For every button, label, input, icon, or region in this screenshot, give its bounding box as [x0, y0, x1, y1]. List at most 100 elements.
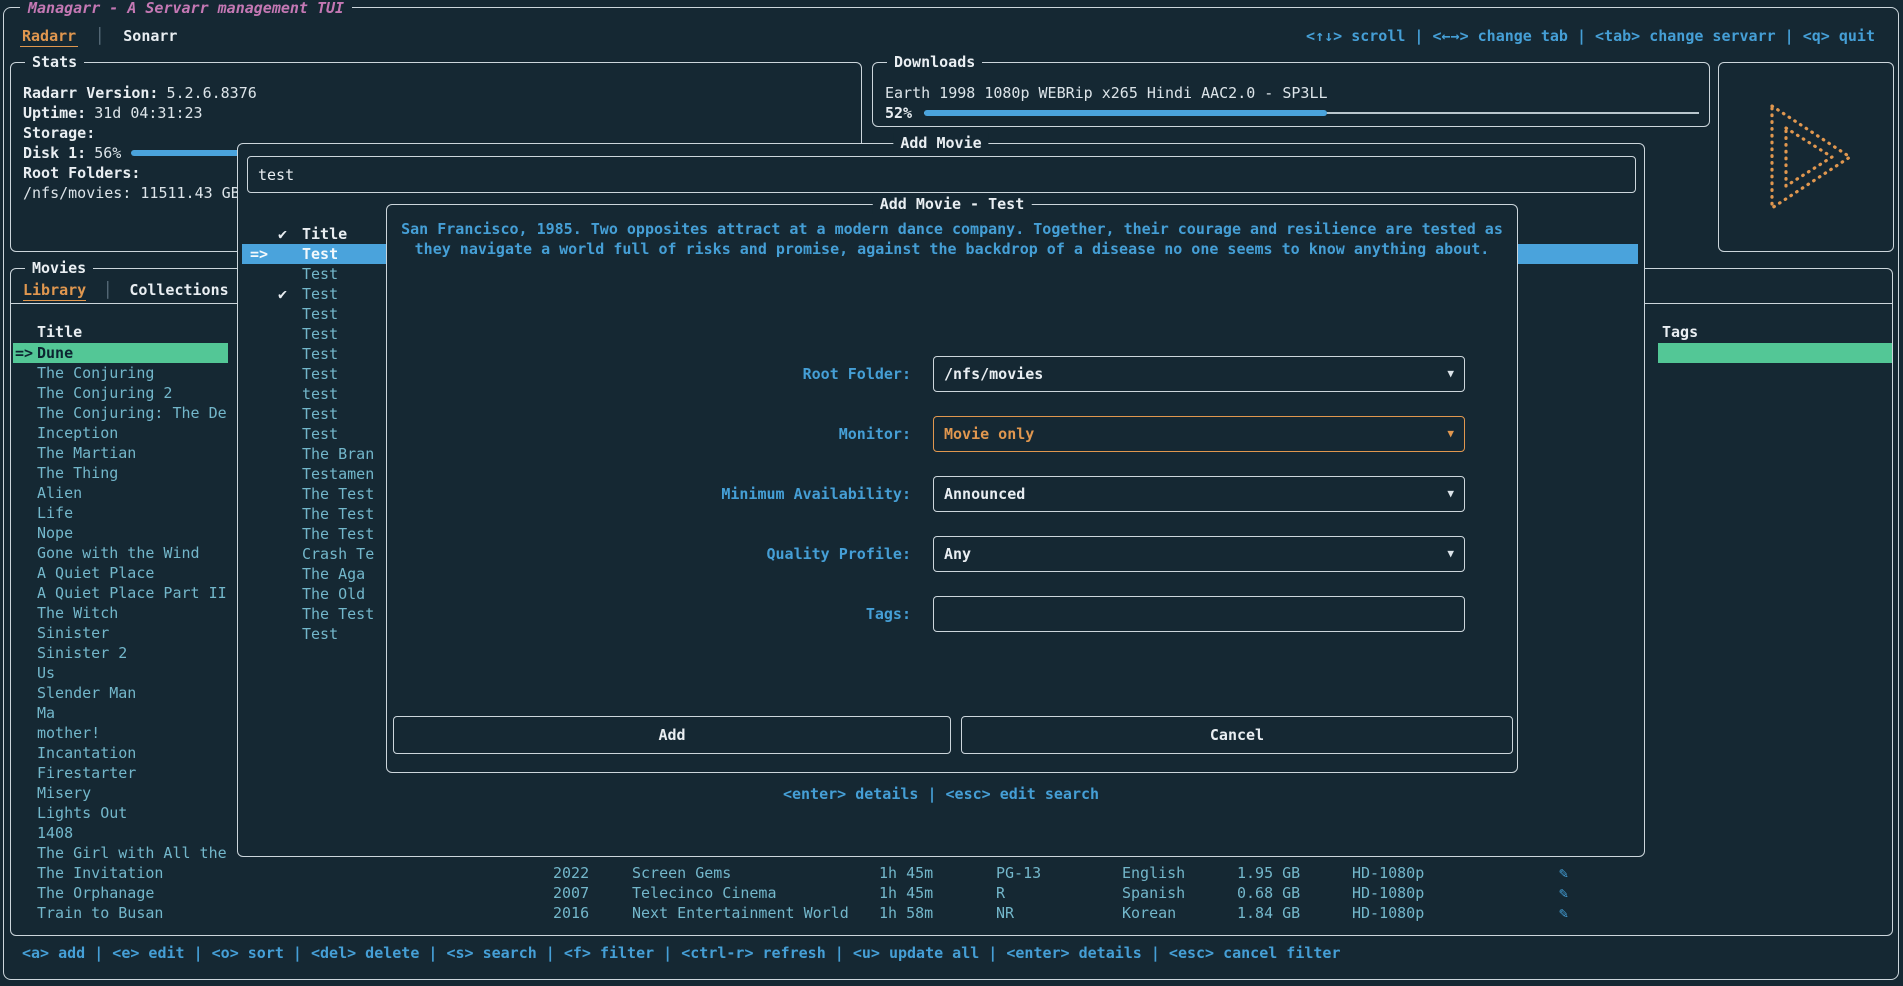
add-movie-search-input[interactable] — [248, 157, 1635, 192]
movie-row[interactable]: Firestarter — [13, 763, 228, 783]
monitored-icon: ✎ — [1559, 903, 1568, 923]
disk-percent: 56% — [94, 143, 121, 163]
result-title: Test — [302, 265, 338, 283]
table-row[interactable]: 2007 Telecinco Cinema 1h 45m R Spanish 0… — [11, 883, 1890, 903]
selected-row-tags-cell — [1658, 343, 1892, 363]
result-title: Test — [302, 305, 338, 323]
movie-row[interactable]: The Conjuring — [13, 363, 228, 383]
movie-row[interactable]: Gone with the Wind — [13, 543, 228, 563]
movie-row[interactable]: Alien — [13, 483, 228, 503]
managarr-app: Managarr - A Servarr management TUI Rada… — [0, 0, 1903, 986]
movie-row[interactable]: A Quiet Place Part II — [13, 583, 228, 603]
movie-quality: HD-1080p — [1352, 903, 1424, 923]
movie-row[interactable]: Slender Man — [13, 683, 228, 703]
movie-title: Sinister 2 — [37, 644, 127, 662]
tab-separator: │ — [95, 27, 104, 45]
movie-title: Alien — [37, 484, 82, 502]
movie-row[interactable]: Inception — [13, 423, 228, 443]
movie-title: The Girl with All the — [37, 844, 227, 862]
result-title: Test — [302, 345, 338, 363]
check-icon: ✔ — [278, 284, 302, 304]
cancel-button[interactable]: Cancel — [961, 716, 1513, 754]
chevron-down-icon: ▼ — [1447, 417, 1454, 451]
result-title: Test — [302, 365, 338, 383]
tab-collections[interactable]: Collections — [129, 281, 228, 300]
movie-row[interactable]: The Conjuring 2 — [13, 383, 228, 403]
radarr-version-value: 5.2.6.8376 — [166, 83, 256, 103]
table-row[interactable]: 2022 Screen Gems 1h 45m PG-13 English 1.… — [11, 863, 1890, 883]
movie-rating: PG-13 — [996, 863, 1041, 883]
movie-row[interactable]: The Girl with All the — [13, 843, 228, 863]
movie-row[interactable]: Us — [13, 663, 228, 683]
movie-title: 1408 — [37, 824, 73, 842]
uptime-value: 31d 04:31:23 — [94, 103, 202, 123]
managarr-logo-icon — [1738, 94, 1874, 220]
selection-arrow: => — [250, 244, 278, 264]
root-folder-dropdown[interactable]: /nfs/movies ▼ — [933, 356, 1465, 392]
movie-rating: NR — [996, 903, 1014, 923]
movie-row[interactable]: mother! — [13, 723, 228, 743]
table-row[interactable]: 2016 Next Entertainment World 1h 58m NR … — [11, 903, 1890, 923]
result-title: Test — [302, 625, 338, 643]
monitored-column-header: ✔ — [278, 224, 302, 244]
results-title-column-header: Title — [302, 225, 347, 243]
movie-row[interactable]: =>Dune — [13, 343, 228, 363]
movie-title: Dune — [37, 344, 73, 362]
quality-profile-dropdown[interactable]: Any ▼ — [933, 536, 1465, 572]
movie-row[interactable]: The Conjuring: The De — [13, 403, 228, 423]
minimum-availability-dropdown[interactable]: Announced ▼ — [933, 476, 1465, 512]
tags-field: Tags: — [387, 596, 1517, 632]
movie-row[interactable]: Lights Out — [13, 803, 228, 823]
result-title: Test — [302, 425, 338, 443]
app-title: Managarr - A Servarr management TUI — [20, 0, 352, 17]
movie-row[interactable]: 1408 — [13, 823, 228, 843]
tags-input[interactable] — [933, 596, 1465, 632]
search-results-header: ✔Title — [242, 224, 347, 244]
monitor-dropdown[interactable]: Movie only ▼ — [933, 416, 1465, 452]
movie-row[interactable]: A Quiet Place — [13, 563, 228, 583]
movie-title: Us — [37, 664, 55, 682]
downloads-panel-title: Downloads — [887, 52, 982, 72]
logo-panel — [1718, 62, 1894, 252]
minimum-availability-field: Minimum Availability: Announced ▼ — [387, 476, 1517, 512]
result-title: Testamen — [302, 465, 374, 483]
movies-list: =>Dune The Conjuring The Conjuring 2 The… — [13, 343, 228, 923]
movie-row[interactable]: Ma — [13, 703, 228, 723]
movie-runtime: 1h 58m — [879, 903, 933, 923]
result-title: The Test — [302, 525, 374, 543]
result-title: Test — [302, 405, 338, 423]
movie-row[interactable]: Incantation — [13, 743, 228, 763]
movie-row[interactable]: Nope — [13, 523, 228, 543]
movie-row[interactable]: The Martian — [13, 443, 228, 463]
movie-row[interactable]: Misery — [13, 783, 228, 803]
tab-sonarr[interactable]: Sonarr — [121, 27, 179, 46]
movie-row[interactable]: Life — [13, 503, 228, 523]
tab-library[interactable]: Library — [23, 281, 86, 301]
movie-row[interactable]: Sinister 2 — [13, 643, 228, 663]
tab-radarr[interactable]: Radarr — [20, 27, 78, 47]
download-item[interactable]: Earth 1998 1080p WEBRip x265 Hindi AAC2.… — [885, 83, 1699, 103]
movie-title: Firestarter — [37, 764, 136, 782]
movie-title: Sinister — [37, 624, 109, 642]
root-folder-label: Root Folder: — [387, 356, 911, 392]
movie-title: A Quiet Place — [37, 564, 154, 582]
movie-row[interactable]: The Witch — [13, 603, 228, 623]
monitored-icon: ✎ — [1559, 883, 1568, 903]
movie-title: Lights Out — [37, 804, 127, 822]
disk-label: Disk 1: — [23, 143, 86, 163]
download-progress-row: 52% — [885, 103, 1699, 123]
servarr-tabs: Radarr │ Sonarr — [20, 25, 179, 47]
movie-runtime: 1h 45m — [879, 883, 933, 903]
movie-size: 0.68 GB — [1237, 883, 1300, 903]
add-button[interactable]: Add — [393, 716, 951, 754]
quality-profile-label: Quality Profile: — [387, 536, 911, 572]
root-folder-field: Root Folder: /nfs/movies ▼ — [387, 356, 1517, 392]
result-title: The Test — [302, 485, 374, 503]
movie-row[interactable]: The Thing — [13, 463, 228, 483]
movie-row[interactable]: Sinister — [13, 623, 228, 643]
add-movie-keybindings: <enter> details | <esc> edit search — [238, 784, 1644, 804]
uptime-label: Uptime: — [23, 103, 86, 123]
result-title: The Bran — [302, 445, 374, 463]
radarr-version: Radarr Version: 5.2.6.8376 — [23, 83, 849, 103]
downloads-body: Earth 1998 1080p WEBRip x265 Hindi AAC2.… — [885, 83, 1699, 123]
